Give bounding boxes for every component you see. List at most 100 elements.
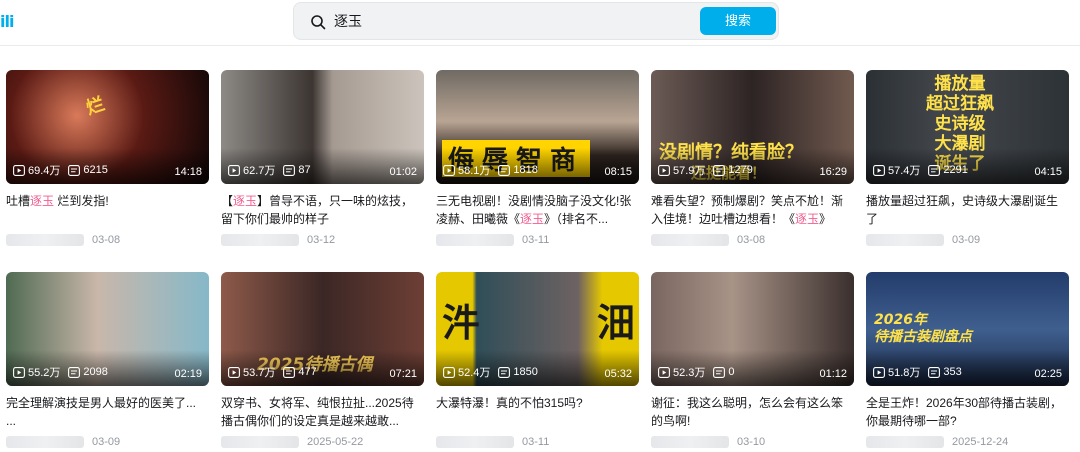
title-text: 完全理解演技是男人最好的医美了...: [6, 396, 197, 410]
video-stats: 57.4万 2291: [873, 162, 968, 178]
view-count: 52.4万: [443, 364, 490, 380]
danmaku-icon: [498, 366, 511, 378]
author-name-blurred[interactable]: [221, 234, 299, 246]
video-title[interactable]: 难看失望？预制爆剧？笑点不尬！渐入佳境！边吐槽边想看！《逐玉》: [651, 192, 854, 228]
publish-date: 03-10: [737, 436, 766, 448]
video-thumbnail[interactable]: 播放量 超过狂飙 史诗级 大瀑剧 诞生了 57.4万 2291 04:15: [866, 70, 1069, 184]
danmaku-count: 1818: [498, 164, 538, 176]
author-name-blurred[interactable]: [651, 436, 729, 448]
video-card[interactable]: 2025待播古偶 53.7万 477 07:21 双穿书、女将军、纯恨拉扯...…: [221, 272, 424, 450]
author-name-blurred[interactable]: [651, 234, 729, 246]
video-stats: 57.9万 1279: [658, 162, 753, 178]
danmaku-count: 1850: [498, 366, 538, 378]
video-meta: 2025-05-22: [221, 436, 424, 448]
danmaku-count: 2291: [928, 164, 968, 176]
publish-date: 03-09: [952, 234, 981, 246]
author-name-blurred[interactable]: [436, 234, 514, 246]
video-thumbnail[interactable]: 侮辱智商 58.1万 1818 08:15: [436, 70, 639, 184]
video-duration: 01:02: [389, 166, 417, 178]
thumbnail-caption: 汼: [442, 301, 481, 345]
danmaku-icon: [68, 366, 81, 378]
video-card[interactable]: 侮辱智商 58.1万 1818 08:15 三无电视剧！没剧情没脑子没文化!张凌…: [436, 70, 639, 248]
danmaku-count: 2098: [68, 366, 108, 378]
video-card[interactable]: 汼 沺 52.4万 1850 05:32 大瀑特瀑！真的不怕315吗? 03-11: [436, 272, 639, 450]
video-title[interactable]: 播放量超过狂飙，史诗级大瀑剧诞生了: [866, 192, 1069, 228]
video-duration: 02:25: [1034, 368, 1062, 380]
search-input[interactable]: [334, 10, 674, 32]
video-duration: 05:32: [604, 368, 632, 380]
title-highlight: 逐玉: [233, 194, 258, 208]
video-stats: 52.3万 0: [658, 364, 735, 380]
view-count: 52.3万: [658, 364, 705, 380]
danmaku-count: 477: [283, 366, 317, 378]
publish-date: 03-09: [92, 436, 121, 448]
play-icon: [658, 366, 670, 378]
video-title[interactable]: 谢征：我这么聪明，怎么会有这么笨的鸟啊!: [651, 394, 854, 430]
video-thumbnail[interactable]: 62.7万 87 01:02: [221, 70, 424, 184]
play-icon: [228, 366, 240, 378]
play-icon: [873, 366, 885, 378]
author-name-blurred[interactable]: [866, 436, 944, 448]
author-name-blurred[interactable]: [866, 234, 944, 246]
title-text: 播放量超过狂飙，史诗级大瀑剧诞生了: [866, 194, 1059, 226]
video-card[interactable]: 62.7万 87 01:02 【逐玉】曾导不语，只一味的炫技，留下你们最帅的样子…: [221, 70, 424, 248]
video-duration: 07:21: [389, 368, 417, 380]
danmaku-icon: [928, 366, 941, 378]
video-title[interactable]: 大瀑特瀑！真的不怕315吗?: [436, 394, 639, 430]
author-name-blurred[interactable]: [221, 436, 299, 448]
video-title[interactable]: 全是王炸！2026年30部待播古装剧，你最期待哪一部?: [866, 394, 1069, 430]
video-duration: 01:12: [819, 368, 847, 380]
video-meta: 03-08: [651, 234, 854, 246]
play-icon: [228, 164, 240, 176]
video-thumbnail[interactable]: 52.3万 0 01:12: [651, 272, 854, 386]
video-card[interactable]: 烂 69.4万 6215 14:18 吐槽逐玉 烂到发指! 03-08: [6, 70, 209, 248]
video-thumbnail[interactable]: 烂 69.4万 6215 14:18: [6, 70, 209, 184]
video-meta: 03-11: [436, 234, 639, 246]
video-grid: 烂 69.4万 6215 14:18 吐槽逐玉 烂到发指! 03-08 62.7…: [6, 70, 1080, 450]
video-thumbnail[interactable]: 2025待播古偶 53.7万 477 07:21: [221, 272, 424, 386]
play-icon: [13, 366, 25, 378]
video-duration: 14:18: [174, 166, 202, 178]
author-name-blurred[interactable]: [436, 436, 514, 448]
author-name-blurred[interactable]: [6, 436, 84, 448]
title-text: 双穿书、女将军、纯恨拉扯...2025待播古偶你们的设定真是越来越敢...: [221, 396, 414, 428]
danmaku-count: 0: [713, 366, 735, 378]
title-text: 全是王炸！2026年30部待播古装剧，你最期待哪一部?: [866, 396, 1063, 428]
title-text: 大瀑特瀑！真的不怕315吗?: [436, 396, 583, 410]
video-title[interactable]: 三无电视剧！没剧情没脑子没文化!张凌赫、田曦薇《逐玉》（排名不...: [436, 192, 639, 228]
play-icon: [873, 164, 885, 176]
video-title[interactable]: 完全理解演技是男人最好的医美了......: [6, 394, 209, 430]
title-highlight: 逐玉: [795, 212, 820, 226]
video-title[interactable]: 吐槽逐玉 烂到发指!: [6, 192, 209, 228]
danmaku-icon: [283, 366, 296, 378]
video-thumbnail[interactable]: 2026年 待播古装剧盘点 51.8万 353 02:25: [866, 272, 1069, 386]
video-stats: 62.7万 87: [228, 162, 311, 178]
video-stats: 55.2万 2098: [13, 364, 108, 380]
video-duration: 02:19: [174, 368, 202, 380]
video-card[interactable]: 2026年 待播古装剧盘点 51.8万 353 02:25 全是王炸！2026年…: [866, 272, 1069, 450]
thumbnail-caption: 2026年 待播古装剧盘点: [874, 312, 972, 345]
title-text: 烂到发指!: [54, 194, 109, 208]
video-thumbnail[interactable]: 55.2万 2098 02:19: [6, 272, 209, 386]
video-title[interactable]: 双穿书、女将军、纯恨拉扯...2025待播古偶你们的设定真是越来越敢...: [221, 394, 424, 430]
view-count: 57.4万: [873, 162, 920, 178]
video-card[interactable]: 没剧情？纯看脸？还挺能看！ 57.9万 1279 16:29 难看失望？预制爆剧…: [651, 70, 854, 248]
play-icon: [13, 164, 25, 176]
search-button[interactable]: 搜索: [700, 7, 776, 35]
video-thumbnail[interactable]: 汼 沺 52.4万 1850 05:32: [436, 272, 639, 386]
video-card[interactable]: 播放量 超过狂飙 史诗级 大瀑剧 诞生了 57.4万 2291 04:15 播放…: [866, 70, 1069, 248]
video-card[interactable]: 52.3万 0 01:12 谢征：我这么聪明，怎么会有这么笨的鸟啊! 03-10: [651, 272, 854, 450]
publish-date: 2025-05-22: [307, 436, 364, 448]
view-count: 55.2万: [13, 364, 60, 380]
view-count: 58.1万: [443, 162, 490, 178]
author-name-blurred[interactable]: [6, 234, 84, 246]
bilibili-logo[interactable]: ili: [0, 12, 22, 34]
video-card[interactable]: 55.2万 2098 02:19 完全理解演技是男人最好的医美了...... 0…: [6, 272, 209, 450]
publish-date: 03-11: [522, 436, 550, 448]
danmaku-count: 353: [928, 366, 962, 378]
view-count: 53.7万: [228, 364, 275, 380]
video-stats: 69.4万 6215: [13, 162, 108, 178]
video-thumbnail[interactable]: 没剧情？纯看脸？还挺能看！ 57.9万 1279 16:29: [651, 70, 854, 184]
danmaku-icon: [498, 164, 511, 176]
video-title[interactable]: 【逐玉】曾导不语，只一味的炫技，留下你们最帅的样子: [221, 192, 424, 228]
